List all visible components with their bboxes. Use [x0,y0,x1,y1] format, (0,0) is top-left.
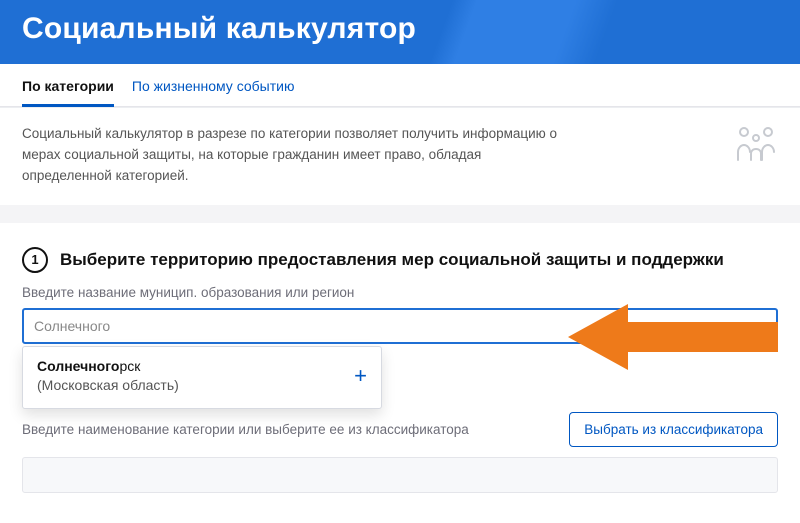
category-input[interactable] [22,457,778,493]
tab-by-category[interactable]: По категории [22,64,114,106]
step1-header: 1 Выберите территорию предоставления мер… [22,247,778,273]
family-icon [734,124,778,167]
description-panel: Социальный калькулятор в разрезе по кате… [0,107,800,205]
suggestion-item[interactable]: Солнечногорск (Московская область) + [23,347,381,408]
page-title: Социальный калькулятор [22,12,778,46]
choose-classifier-button[interactable]: Выбрать из классификатора [569,412,778,447]
suggestion-text: Солнечногорск (Московская область) [37,357,179,396]
hero-banner: Социальный калькулятор [0,0,800,64]
territory-field: Солнечногорск (Московская область) + [22,308,778,344]
description-text: Социальный калькулятор в разрезе по кате… [22,124,562,187]
territory-input[interactable] [22,308,778,344]
form-section: 1 Выберите территорию предоставления мер… [0,223,800,523]
step2-label: Введите наименование категории или выбер… [22,422,553,437]
step1-number: 1 [22,247,48,273]
step2-row: Введите наименование категории или выбер… [22,412,778,447]
territory-suggestions: Солнечногорск (Московская область) + [22,346,382,409]
category-field [22,457,778,493]
step1-label: Введите название муницип. образования ил… [22,285,778,300]
plus-icon: + [354,365,367,387]
tab-by-life-event[interactable]: По жизненному событию [132,64,295,106]
tabs-bar: По категории По жизненному событию [0,64,800,107]
step1-title: Выберите территорию предоставления мер с… [60,250,724,270]
